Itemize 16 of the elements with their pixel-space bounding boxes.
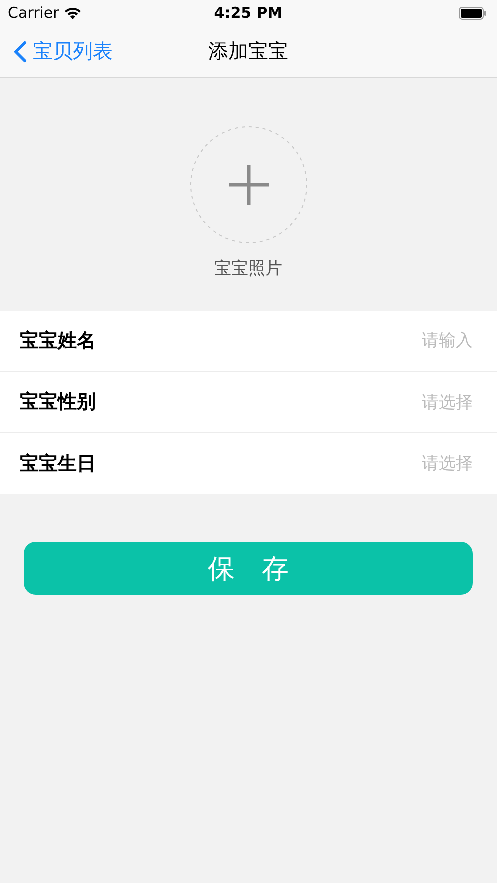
nav-title: 添加宝宝 xyxy=(208,38,288,65)
field-label: 宝宝生日 xyxy=(20,452,96,476)
battery-icon xyxy=(459,6,487,20)
photo-label: 宝宝照片 xyxy=(214,258,282,280)
field-label: 宝宝姓名 xyxy=(20,329,96,354)
picker-field[interactable]: 请选择 xyxy=(422,390,473,414)
picker-field[interactable]: 请选择 xyxy=(422,452,473,475)
add-photo-button[interactable] xyxy=(188,125,308,245)
save-button[interactable]: 保 存 xyxy=(24,542,473,595)
name-input-field[interactable]: 请输入 xyxy=(373,331,473,351)
wifi-icon xyxy=(64,6,82,20)
back-chevron-icon xyxy=(14,40,27,62)
back-button[interactable]: 宝贝列表 xyxy=(14,38,113,65)
carrier-label: Carrier xyxy=(8,4,60,22)
field-label: 宝宝性别 xyxy=(20,390,96,415)
status-time: 4:25 PM xyxy=(214,4,283,22)
